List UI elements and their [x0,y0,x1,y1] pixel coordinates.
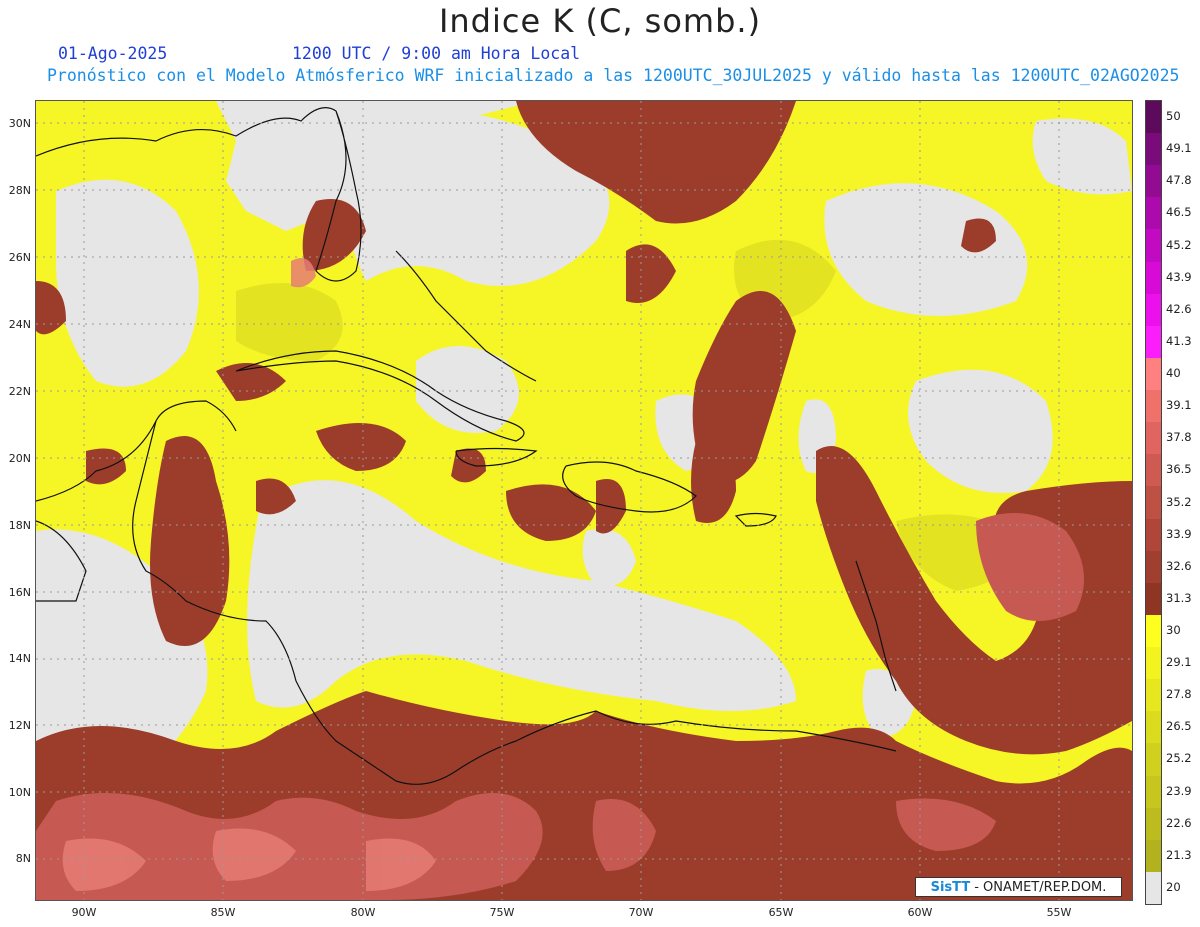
credit-text: - ONAMET/REP.DOM. [974,879,1107,895]
colorbar-label: 49.1 [1166,141,1192,156]
lon-label-60w: 60W [907,906,933,919]
colorbar-segment [1146,229,1161,263]
colorbar-label: 26.5 [1166,719,1192,734]
colorbar-label: 37.8 [1166,430,1192,445]
colorbar-segment [1146,550,1161,584]
colorbar-segment [1146,775,1161,809]
sistt-logo-text: SisTT [930,879,971,895]
colorbar-segment [1146,165,1161,198]
colorbar-segment [1146,293,1161,327]
lat-label-26n: 26N [8,251,31,264]
colorbar-segment [1146,101,1161,134]
colorbar-label: 27.8 [1166,687,1192,702]
colorbar-label: 35.2 [1166,494,1192,509]
colorbar [1145,100,1162,905]
colorbar-segment [1146,743,1161,776]
colorbar-label: 25.2 [1166,751,1192,766]
forecast-description: Pronóstico con el Modelo Atmósferico WRF… [47,66,1180,85]
colorbar-label: 29.1 [1166,655,1192,670]
colorbar-segment [1146,357,1161,391]
colorbar-label: 46.5 [1166,205,1192,220]
colorbar-label: 47.8 [1166,173,1192,188]
colorbar-segment [1146,839,1161,873]
colorbar-segment [1146,422,1161,455]
lat-label-14n: 14N [8,652,31,665]
colorbar-segment [1146,518,1161,552]
lon-label-70w: 70W [628,906,654,919]
colorbar-segment [1146,261,1161,295]
colorbar-segment [1146,614,1161,648]
colorbar-label: 31.3 [1166,590,1192,605]
colorbar-label: 22.6 [1166,815,1192,830]
forecast-date: 01-Ago-2025 [58,44,168,63]
colorbar-label: 45.2 [1166,237,1192,252]
lat-label-18n: 18N [8,519,31,532]
lon-label-85w: 85W [210,906,236,919]
colorbar-label: 21.3 [1166,847,1192,862]
lat-label-28n: 28N [8,184,31,197]
lon-label-80w: 80W [350,906,376,919]
lat-label-20n: 20N [8,452,31,465]
colorbar-segment [1146,454,1161,487]
colorbar-segment [1146,647,1161,680]
forecast-time: 1200 UTC / 9:00 am Hora Local [292,44,581,63]
colorbar-segment [1146,582,1161,616]
colorbar-segment [1146,486,1161,520]
map-svg [36,101,1132,900]
k-index-map [35,100,1133,901]
colorbar-label: 43.9 [1166,269,1192,284]
lat-label-22n: 22N [8,385,31,398]
lat-label-10n: 10N [8,786,31,799]
lat-label-8n: 8N [15,852,31,865]
colorbar-segment [1146,807,1161,841]
colorbar-label: 41.3 [1166,333,1192,348]
lat-label-16n: 16N [8,586,31,599]
lon-label-90w: 90W [71,906,97,919]
lat-label-12n: 12N [8,719,31,732]
colorbar-segment [1146,133,1161,166]
lat-label-30n: 30N [8,117,31,130]
colorbar-label: 33.9 [1166,526,1192,541]
lon-label-65w: 65W [768,906,794,919]
colorbar-label: 20 [1166,879,1181,894]
chart-title: Indice K (C, somb.) [438,2,762,40]
lon-label-55w: 55W [1046,906,1072,919]
colorbar-label: 39.1 [1166,398,1192,413]
colorbar-segment [1146,197,1161,230]
colorbar-label: 50 [1166,109,1181,124]
lon-label-75w: 75W [489,906,515,919]
colorbar-segment [1146,390,1161,423]
colorbar-label: 42.6 [1166,301,1192,316]
colorbar-label: 23.9 [1166,783,1192,798]
colorbar-segment [1146,871,1161,905]
colorbar-label: 36.5 [1166,462,1192,477]
credit-box: SisTT - ONAMET/REP.DOM. [915,877,1122,897]
colorbar-label: 40 [1166,366,1181,381]
colorbar-segment [1146,711,1161,744]
colorbar-label: 30 [1166,622,1181,637]
colorbar-segment [1146,679,1161,712]
colorbar-label: 32.6 [1166,558,1192,573]
colorbar-segment [1146,325,1161,359]
lat-label-24n: 24N [8,318,31,331]
